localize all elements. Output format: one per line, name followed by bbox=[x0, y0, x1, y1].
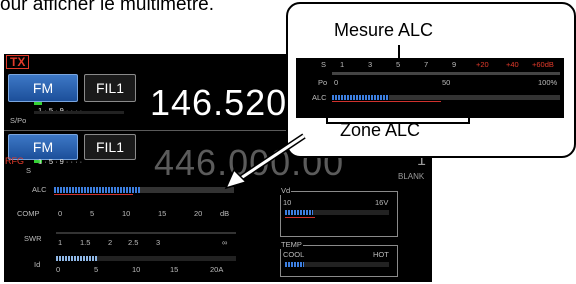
alc-callout: Mesure ALC S 1 3 5 7 9 +20 +40 +60dB Po … bbox=[286, 2, 576, 158]
swr-scale-0: 1 bbox=[58, 238, 63, 247]
temp-meter-track bbox=[285, 262, 389, 267]
id-scale-4: 20A bbox=[210, 265, 224, 274]
callout-s-7: 7 bbox=[424, 60, 429, 69]
swr-scale-3: 2.5 bbox=[128, 238, 139, 247]
callout-alc-fill bbox=[332, 95, 389, 100]
rfg-label: RFG bbox=[5, 156, 24, 166]
callout-po-label: Po bbox=[318, 78, 328, 87]
swr-scale-2: 2 bbox=[108, 238, 113, 247]
smeter-scale-bottom: 1 · 5 · 9 · · · · bbox=[38, 157, 83, 166]
swr-scale-1: 1.5 bbox=[80, 238, 91, 247]
callout-po-50: 50 bbox=[442, 78, 451, 87]
callout-alc-label: ALC bbox=[312, 93, 327, 102]
comp-label: COMP bbox=[17, 209, 40, 218]
mode-button-top[interactable]: FM bbox=[8, 74, 78, 102]
callout-alc-track bbox=[332, 95, 560, 102]
smeter-signal-dot-top bbox=[34, 102, 42, 105]
alc-meter-track bbox=[54, 187, 234, 195]
alc-zone-marker bbox=[54, 194, 134, 195]
comp-scale-4: 20 bbox=[194, 209, 203, 218]
callout-s-9: 9 bbox=[452, 60, 457, 69]
comp-scale-2: 10 bbox=[122, 209, 131, 218]
vd-panel: Vd 10 16V bbox=[280, 186, 398, 237]
callout-s-40: +40 bbox=[506, 60, 519, 69]
swr-scale-4: 3 bbox=[156, 238, 161, 247]
swr-label: SWR bbox=[24, 234, 42, 243]
callout-meter-display: S 1 3 5 7 9 +20 +40 +60dB Po 0 50 100% A… bbox=[296, 58, 564, 118]
comp-scale-5: dB bbox=[220, 209, 230, 218]
callout-po-0: 0 bbox=[334, 78, 339, 87]
callout-s-label: S bbox=[321, 60, 327, 69]
callout-s-3: 3 bbox=[368, 60, 373, 69]
smeter-bar-top bbox=[34, 111, 124, 114]
alc-meter-fill bbox=[54, 187, 141, 193]
vd-max: 16V bbox=[375, 198, 389, 207]
id-label: Id bbox=[34, 260, 41, 269]
intro-text: our afficher le multimètre. bbox=[0, 0, 215, 15]
temp-cool: COOL bbox=[283, 250, 305, 259]
callout-title: Mesure ALC bbox=[334, 20, 434, 40]
tx-indicator: TX bbox=[6, 55, 30, 69]
callout-s-20: +20 bbox=[476, 60, 489, 69]
callout-s-60: +60dB bbox=[532, 60, 554, 69]
id-meter-track bbox=[56, 256, 236, 261]
id-scale-1: 5 bbox=[94, 265, 99, 274]
comp-scale-0: 0 bbox=[58, 209, 63, 218]
temp-label: TEMP bbox=[280, 240, 303, 249]
swr-meter-track bbox=[56, 232, 236, 234]
smeter-label-top: S/Po bbox=[10, 116, 27, 125]
comp-scale-1: 5 bbox=[90, 209, 95, 218]
vd-min: 10 bbox=[283, 198, 292, 207]
comp-scale-3: 15 bbox=[158, 209, 167, 218]
callout-s-5: 5 bbox=[396, 60, 401, 69]
filter-button-bottom[interactable]: FIL1 bbox=[84, 134, 136, 160]
vd-red-zone bbox=[285, 217, 315, 218]
id-scale-3: 15 bbox=[170, 265, 179, 274]
id-scale-0: 0 bbox=[56, 265, 61, 274]
temp-panel: TEMP COOL HOT bbox=[280, 240, 398, 277]
vd-meter-track bbox=[285, 210, 389, 215]
callout-zone-label: Zone ALC bbox=[340, 120, 421, 140]
id-meter-fill bbox=[56, 256, 98, 261]
frequency-top: 146.520 bbox=[150, 82, 288, 123]
temp-meter-fill bbox=[285, 262, 304, 267]
alc-label: ALC bbox=[32, 185, 47, 194]
callout-alc-zone bbox=[332, 101, 442, 102]
callout-po-100: 100% bbox=[538, 78, 558, 87]
memory-name: BLANK bbox=[398, 172, 425, 181]
vd-meter-fill bbox=[285, 210, 314, 215]
filter-button-top[interactable]: FIL1 bbox=[84, 74, 136, 102]
callout-arrow bbox=[224, 133, 306, 190]
callout-s-track bbox=[332, 72, 560, 75]
swr-scale-5: ∞ bbox=[222, 238, 228, 247]
temp-hot: HOT bbox=[373, 250, 389, 259]
callout-s-1: 1 bbox=[340, 60, 345, 69]
id-scale-2: 10 bbox=[132, 265, 141, 274]
smeter-label-bottom: S bbox=[26, 166, 32, 175]
